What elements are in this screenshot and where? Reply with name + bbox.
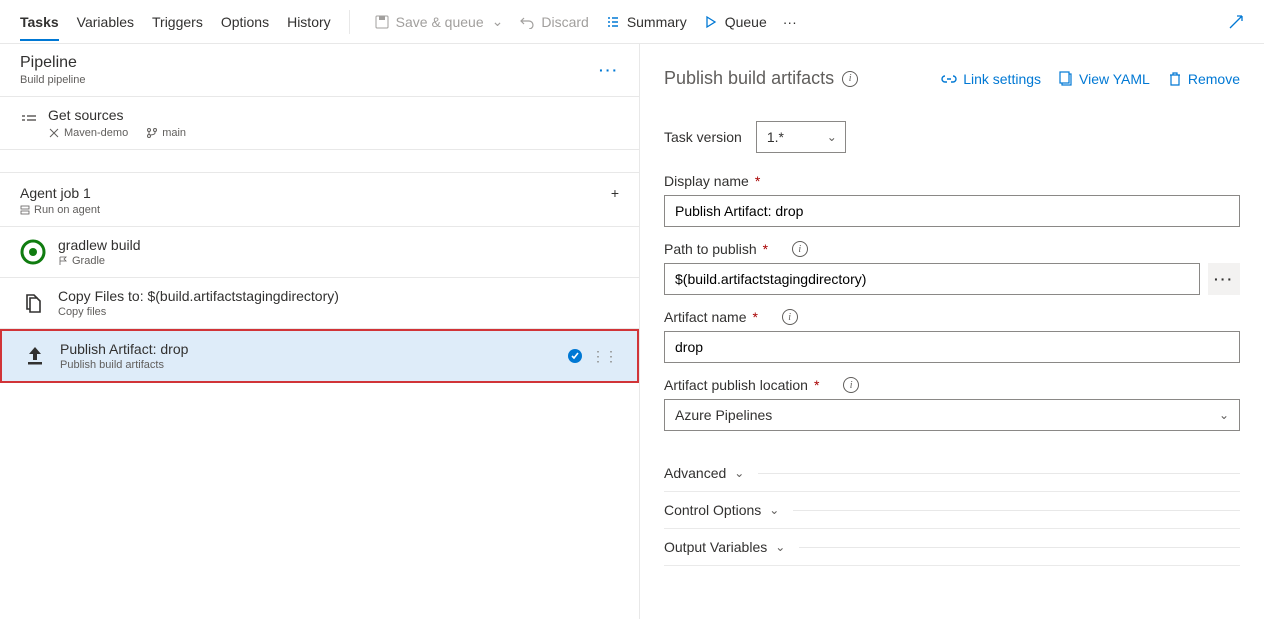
task-title: Copy Files to: $(build.artifactstagingdi… xyxy=(58,288,339,304)
drag-handle[interactable]: ⋮⋮ xyxy=(591,348,617,365)
details-panel: Publish build artifacts i Link settings … xyxy=(640,44,1264,619)
branch-icon xyxy=(146,127,158,139)
sources-title: Get sources xyxy=(48,107,619,123)
save-queue-button[interactable]: Save & queue xyxy=(368,9,510,34)
get-sources-row[interactable]: Get sources Maven-demo main xyxy=(0,97,639,150)
display-name-label: Display name xyxy=(664,173,749,189)
tasks-column: Pipeline Build pipeline ··· Get sources … xyxy=(0,44,640,619)
path-label: Path to publish xyxy=(664,241,757,257)
browse-button[interactable]: ··· xyxy=(1208,263,1240,295)
task-sub: Gradle xyxy=(58,255,141,267)
discard-button[interactable]: Discard xyxy=(513,10,594,34)
info-icon[interactable]: i xyxy=(792,241,808,257)
info-icon[interactable]: i xyxy=(782,309,798,325)
advanced-section[interactable]: Advanced ⌄ xyxy=(664,455,1240,492)
chevron-down-icon: ⌄ xyxy=(734,466,744,480)
remove-button[interactable]: Remove xyxy=(1168,71,1240,87)
discard-label: Discard xyxy=(541,14,588,30)
display-name-group: Display name * xyxy=(664,173,1240,227)
divider xyxy=(349,10,350,34)
required-marker: * xyxy=(755,173,760,189)
summary-label: Summary xyxy=(627,14,687,30)
display-name-input[interactable] xyxy=(664,195,1240,227)
panel-header: Publish build artifacts i Link settings … xyxy=(640,44,1264,99)
task-sub: Copy files xyxy=(58,306,339,318)
branch-info: main xyxy=(146,127,186,139)
path-group: Path to publish * i ··· xyxy=(664,241,1240,295)
task-version-label: Task version xyxy=(664,129,742,145)
save-icon xyxy=(374,14,390,30)
repo-icon xyxy=(48,127,60,139)
required-marker: * xyxy=(752,309,757,325)
chevron-down-icon: ⌄ xyxy=(775,540,785,554)
sources-icon xyxy=(20,109,38,127)
output-variables-section[interactable]: Output Variables ⌄ xyxy=(664,529,1240,566)
summary-button[interactable]: Summary xyxy=(599,10,693,34)
artifact-name-label: Artifact name xyxy=(664,309,746,325)
link-settings-button[interactable]: Link settings xyxy=(941,71,1041,87)
chevron-down-icon: ⌄ xyxy=(769,503,779,517)
panel-title: Publish build artifacts xyxy=(664,68,834,89)
queue-button[interactable]: Queue xyxy=(697,10,773,34)
control-options-section[interactable]: Control Options ⌄ xyxy=(664,492,1240,529)
artifact-name-input[interactable] xyxy=(664,331,1240,363)
upload-icon xyxy=(22,343,48,369)
tab-options[interactable]: Options xyxy=(221,3,269,41)
check-circle-icon xyxy=(567,348,583,364)
required-marker: * xyxy=(763,241,768,257)
top-toolbar: Tasks Variables Triggers Options History… xyxy=(0,0,1264,44)
task-version-row: Task version 1.* ⌄ xyxy=(664,121,1240,153)
artifact-name-group: Artifact name * i xyxy=(664,309,1240,363)
play-icon xyxy=(703,14,719,30)
task-gradle[interactable]: gradlew build Gradle xyxy=(0,227,639,278)
yaml-icon xyxy=(1059,71,1073,87)
path-input[interactable] xyxy=(664,263,1200,295)
task-title: Publish Artifact: drop xyxy=(60,341,188,357)
agent-subtitle: Run on agent xyxy=(20,204,100,216)
repo-info: Maven-demo xyxy=(48,127,128,139)
chevron-down-icon: ⌄ xyxy=(1219,408,1229,422)
required-marker: * xyxy=(814,377,819,393)
main-area: Pipeline Build pipeline ··· Get sources … xyxy=(0,44,1264,619)
pipeline-more-button[interactable]: ··· xyxy=(599,62,619,78)
info-icon[interactable]: i xyxy=(842,71,858,87)
task-sub: Publish build artifacts xyxy=(60,359,188,371)
copy-icon xyxy=(20,290,46,316)
tab-history[interactable]: History xyxy=(287,3,331,41)
tab-variables[interactable]: Variables xyxy=(77,3,134,41)
location-group: Artifact publish location * i Azure Pipel… xyxy=(664,377,1240,431)
gradle-icon xyxy=(20,239,46,265)
add-task-button[interactable]: + xyxy=(611,185,619,201)
location-select[interactable]: Azure Pipelines ⌄ xyxy=(664,399,1240,431)
view-yaml-button[interactable]: View YAML xyxy=(1059,71,1150,87)
location-label: Artifact publish location xyxy=(664,377,808,393)
summary-icon xyxy=(605,14,621,30)
task-version-select[interactable]: 1.* ⌄ xyxy=(756,121,846,153)
pipeline-header[interactable]: Pipeline Build pipeline ··· xyxy=(0,44,639,97)
queue-label: Queue xyxy=(725,14,767,30)
task-publish-artifact[interactable]: Publish Artifact: drop Publish build art… xyxy=(0,329,639,383)
chevron-down-icon: ⌄ xyxy=(827,130,837,144)
info-icon[interactable]: i xyxy=(843,377,859,393)
tab-tasks[interactable]: Tasks xyxy=(20,3,59,41)
tab-strip: Tasks Variables Triggers Options History xyxy=(20,3,331,41)
trash-icon xyxy=(1168,71,1182,87)
link-icon xyxy=(941,72,957,86)
save-queue-label: Save & queue xyxy=(396,14,484,30)
pipeline-title: Pipeline xyxy=(20,54,85,72)
agent-job-row[interactable]: Agent job 1 Run on agent + xyxy=(0,172,639,227)
fullscreen-button[interactable] xyxy=(1228,14,1244,30)
task-title: gradlew build xyxy=(58,237,141,253)
pipeline-subtitle: Build pipeline xyxy=(20,74,85,86)
server-icon xyxy=(20,205,30,215)
more-button[interactable]: ··· xyxy=(777,10,803,34)
undo-icon xyxy=(519,14,535,30)
agent-title: Agent job 1 xyxy=(20,185,100,201)
task-copy-files[interactable]: Copy Files to: $(build.artifactstagingdi… xyxy=(0,278,639,329)
tab-triggers[interactable]: Triggers xyxy=(152,3,203,41)
flag-icon xyxy=(58,256,68,266)
